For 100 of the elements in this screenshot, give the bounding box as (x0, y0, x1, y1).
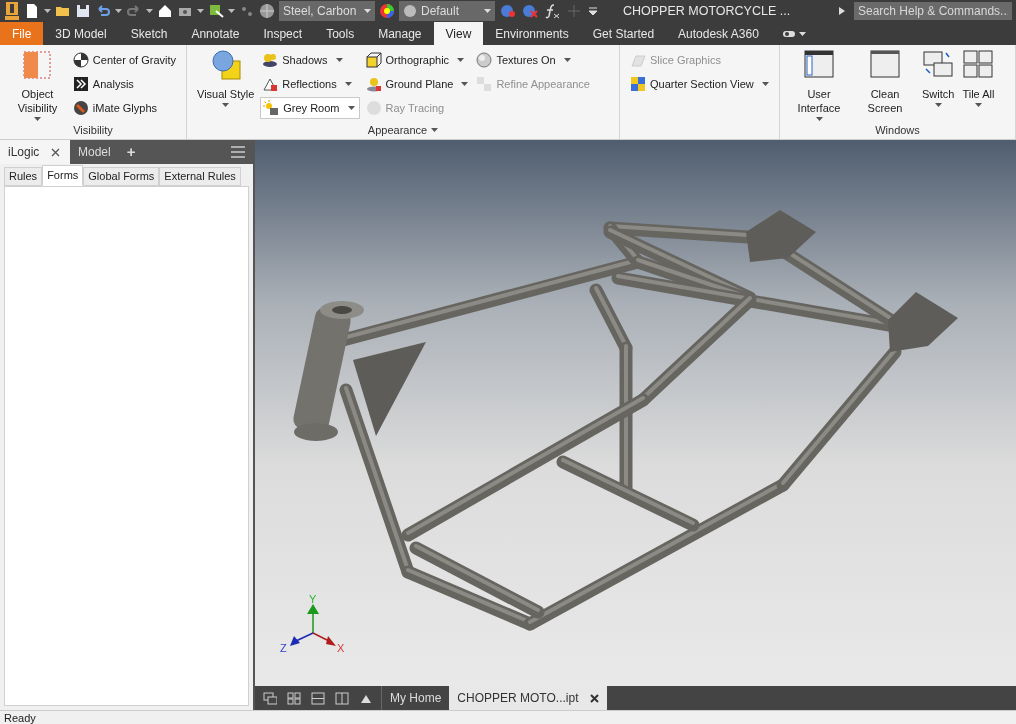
ribbon-tab[interactable]: Inspect (251, 22, 315, 45)
browser-tab[interactable]: Model (70, 140, 119, 164)
material-dropdown[interactable]: Steel, Carbon (279, 1, 375, 21)
axis-triad (290, 604, 336, 646)
caret-icon (344, 82, 352, 86)
ribbon-button[interactable]: Ground Plane (363, 73, 471, 95)
ribbon-tab[interactable]: Environments (483, 22, 581, 45)
ribbon-tab[interactable]: Autodesk A360 (666, 22, 771, 45)
save-icon[interactable] (75, 3, 91, 19)
axis-label: Y (309, 593, 317, 605)
axis-label: X (337, 642, 345, 654)
subtab[interactable]: Rules (4, 167, 43, 186)
adjust-appearance-icon[interactable] (499, 3, 517, 19)
globe-icon[interactable] (259, 3, 275, 19)
expand-arrow-icon[interactable] (838, 6, 846, 16)
large-ribbon-button[interactable]: Object Visibility (8, 49, 67, 121)
caret-icon (33, 117, 41, 121)
large-ribbon-button[interactable]: Tile All (960, 49, 997, 121)
balance-circle-icon (72, 52, 89, 68)
caret-icon (974, 103, 982, 107)
panel-title: Windows (875, 122, 920, 138)
panel-title: Visibility (73, 122, 113, 138)
motorcycle-frame-drawing[interactable] (291, 210, 958, 631)
sphere-icon (403, 4, 417, 18)
triangle-reflection-icon (262, 76, 279, 92)
sphere-icon (476, 52, 493, 68)
blank-window-icon (869, 49, 901, 81)
caret-icon (364, 9, 371, 13)
status-text: Ready (4, 711, 36, 724)
document-tab[interactable]: CHOPPER MOTO...ipt (449, 686, 608, 710)
large-ribbon-button[interactable]: User Interface (788, 49, 850, 121)
caret-icon (457, 58, 465, 62)
crosshair-icon (565, 3, 583, 19)
ribbon-button[interactable]: Center of Gravity (70, 49, 178, 71)
caret-icon (461, 82, 469, 86)
lighting-style-dropdown[interactable]: Grey Room (260, 97, 360, 119)
ribbon-button[interactable]: Quarter Section View (628, 73, 771, 95)
undo-icon[interactable] (95, 3, 111, 19)
menu-icon[interactable] (231, 146, 245, 158)
window-title: CHOPPER MOTORCYCLE ... (623, 2, 791, 20)
slashed-circle-icon (72, 100, 89, 116)
caret-icon (431, 128, 439, 132)
caret-icon (197, 9, 204, 13)
caret-icon (44, 9, 51, 13)
tile-horizontal-icon[interactable] (311, 691, 325, 705)
large-ribbon-button[interactable]: Switch (920, 49, 957, 121)
caret-icon (228, 9, 235, 13)
appearance-dropdown[interactable]: Default (399, 1, 495, 21)
cascade-windows-icon[interactable] (263, 691, 277, 705)
sphere-plane-icon (365, 76, 382, 92)
redo-icon[interactable] (126, 3, 142, 19)
ribbon-tab[interactable]: Manage (366, 22, 434, 45)
shadow-spheres-icon (262, 52, 279, 68)
ribbon-tab[interactable]: View (433, 22, 484, 45)
caret-icon (934, 103, 942, 107)
new-file-icon[interactable] (24, 3, 40, 19)
axis-label: Z (280, 642, 287, 654)
caret-icon (798, 31, 806, 36)
sun-room-icon (263, 100, 280, 116)
sphere-icon (365, 100, 382, 116)
3d-viewport[interactable]: Y Z X (255, 140, 1016, 686)
search-field[interactable]: Search Help & Commands... (854, 2, 1012, 20)
browser-tab[interactable]: iLogic (0, 140, 70, 164)
large-ribbon-button[interactable]: Clean Screen (854, 49, 916, 121)
tile-windows-icon (962, 49, 995, 81)
tile-vertical-icon[interactable] (335, 691, 349, 705)
ribbon-button[interactable]: iMate Glyphs (70, 97, 178, 119)
subtab[interactable]: Forms (42, 165, 84, 186)
color-wheel-icon[interactable] (379, 3, 395, 19)
tile-windows-icon[interactable] (287, 691, 301, 705)
ribbon-button[interactable]: Orthographic (363, 49, 471, 71)
subtab[interactable]: External Rules (159, 167, 241, 186)
caret-icon (115, 9, 122, 13)
close-icon[interactable] (51, 147, 61, 157)
large-ribbon-button[interactable]: Visual Style (195, 49, 257, 121)
ribbon-tab[interactable]: Annotate (179, 22, 252, 45)
select-icon[interactable] (208, 3, 224, 19)
chevron-square-icon (72, 76, 89, 92)
squares-icon (476, 76, 493, 92)
ribbon-button[interactable]: Analysis (70, 73, 178, 95)
panel-title: Appearance (367, 122, 428, 138)
caret-icon (347, 106, 355, 110)
add-tab-button[interactable]: + (118, 140, 144, 164)
close-icon[interactable] (590, 693, 600, 703)
home-icon[interactable] (157, 3, 173, 19)
ribbon-button[interactable]: Reflections (260, 73, 360, 95)
ribbon-tab[interactable]: Tools (314, 22, 367, 45)
ribbon-button[interactable]: Shadows (260, 49, 360, 71)
half-filled-square-icon (21, 49, 54, 81)
function-icon[interactable] (543, 3, 561, 19)
ribbon-tab[interactable]: Sketch (118, 22, 180, 45)
ribbon-tab[interactable]: 3D Model (43, 22, 119, 45)
ribbon-tab[interactable]: Get Started (580, 22, 667, 45)
caret-icon (222, 103, 230, 107)
ribbon-button[interactable]: Textures On (474, 49, 592, 71)
subtab[interactable]: Global Forms (83, 167, 160, 186)
caret-icon (335, 58, 343, 62)
document-tab[interactable]: My Home (382, 686, 450, 710)
caret-icon (563, 58, 571, 62)
sphere-cube-icon (209, 49, 242, 81)
